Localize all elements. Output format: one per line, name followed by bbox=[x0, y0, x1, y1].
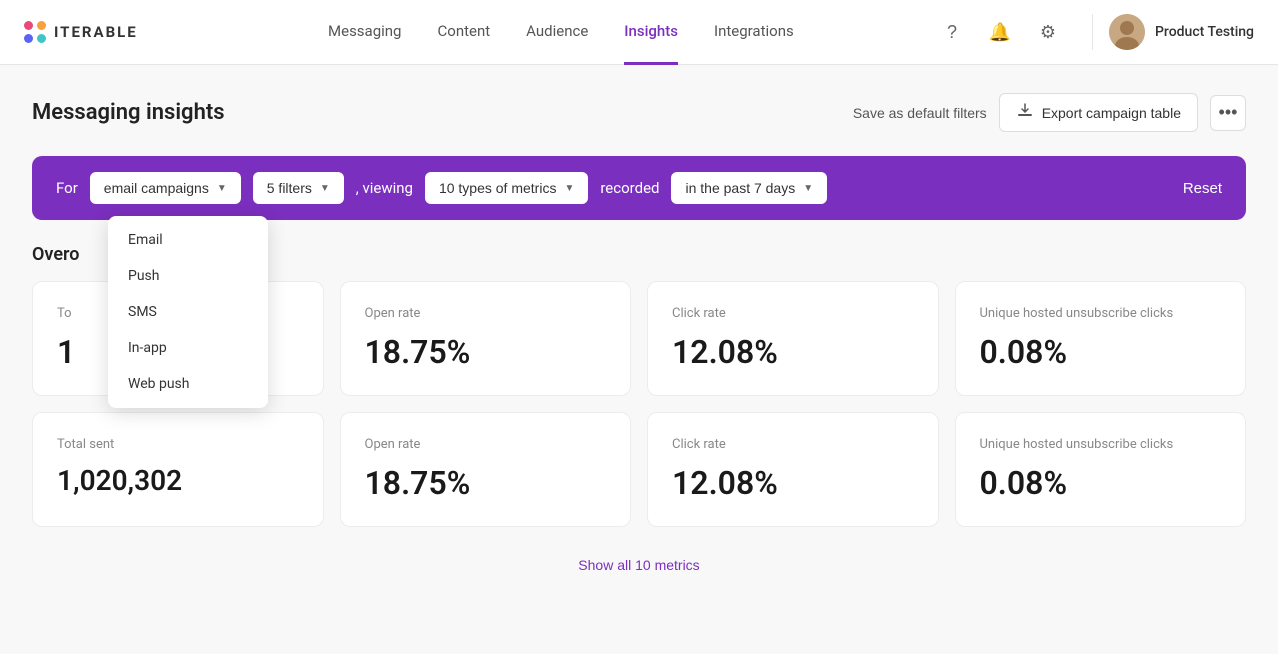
for-label: For bbox=[56, 179, 78, 197]
metric-value: 1,020,302 bbox=[57, 464, 299, 497]
metric-label: Click rate bbox=[672, 306, 914, 321]
nav-insights[interactable]: Insights bbox=[624, 0, 678, 65]
chevron-down-icon: ▼ bbox=[803, 183, 813, 194]
show-all-button[interactable]: Show all 10 metrics bbox=[578, 557, 699, 573]
nav-icons: ? 🔔 ⚙ Product Testing bbox=[936, 14, 1254, 50]
metric-label: Click rate bbox=[672, 437, 914, 452]
user-name: Product Testing bbox=[1155, 24, 1254, 40]
nav-integrations[interactable]: Integrations bbox=[714, 0, 794, 65]
gear-icon: ⚙ bbox=[1040, 22, 1056, 43]
metric-card-click-rate-2: Click rate 12.08% bbox=[647, 412, 939, 527]
filter-bar: For email campaigns ▼ 5 filters ▼ , view… bbox=[32, 156, 1246, 220]
metric-label: Open rate bbox=[365, 437, 607, 452]
filters-label: 5 filters bbox=[267, 180, 312, 196]
notifications-button[interactable]: 🔔 bbox=[984, 16, 1016, 48]
campaign-type-dropdown: Email Push SMS In-app Web push bbox=[108, 216, 268, 408]
metric-card-total-sent: Total sent 1,020,302 bbox=[32, 412, 324, 527]
settings-button[interactable]: ⚙ bbox=[1032, 16, 1064, 48]
metric-card-open-rate-2: Open rate 18.75% bbox=[340, 412, 632, 527]
chevron-down-icon: ▼ bbox=[320, 183, 330, 194]
metric-value: 18.75% bbox=[365, 333, 607, 371]
nav-content[interactable]: Content bbox=[438, 0, 491, 65]
metrics-label: 10 types of metrics bbox=[439, 180, 557, 196]
page-title: Messaging insights bbox=[32, 100, 225, 125]
logo-icon bbox=[24, 21, 46, 43]
dropdown-item-sms[interactable]: SMS bbox=[108, 294, 268, 330]
metric-card-click-rate-1: Click rate 12.08% bbox=[647, 281, 939, 396]
filters-filter[interactable]: 5 filters ▼ bbox=[253, 172, 344, 204]
metric-value: 12.08% bbox=[672, 333, 914, 371]
export-icon bbox=[1016, 102, 1034, 123]
metric-value: 12.08% bbox=[672, 464, 914, 502]
reset-button[interactable]: Reset bbox=[1183, 180, 1222, 197]
nav-links: Messaging Content Audience Insights Inte… bbox=[186, 0, 936, 65]
metric-label: Unique hosted unsubscribe clicks bbox=[980, 306, 1222, 321]
metric-label: Open rate bbox=[365, 306, 607, 321]
nav-messaging[interactable]: Messaging bbox=[328, 0, 401, 65]
export-button[interactable]: Export campaign table bbox=[999, 93, 1198, 132]
header-actions: Save as default filters Export campaign … bbox=[853, 93, 1246, 132]
metrics-filter[interactable]: 10 types of metrics ▼ bbox=[425, 172, 588, 204]
chevron-down-icon: ▼ bbox=[217, 183, 227, 194]
metric-value: 0.08% bbox=[980, 464, 1222, 502]
dropdown-item-web-push[interactable]: Web push bbox=[108, 366, 268, 402]
recorded-label: recorded bbox=[600, 179, 659, 197]
metric-value: 18.75% bbox=[365, 464, 607, 502]
metric-card-unsubscribe-1: Unique hosted unsubscribe clicks 0.08% bbox=[955, 281, 1247, 396]
avatar bbox=[1109, 14, 1145, 50]
logo-text: ITERABLE bbox=[54, 23, 138, 41]
user-area[interactable]: Product Testing bbox=[1092, 14, 1254, 50]
date-range-filter[interactable]: in the past 7 days ▼ bbox=[671, 172, 827, 204]
export-label: Export campaign table bbox=[1042, 105, 1181, 121]
chevron-down-icon: ▼ bbox=[564, 183, 574, 194]
bell-icon: 🔔 bbox=[989, 22, 1011, 43]
page-header: Messaging insights Save as default filte… bbox=[32, 93, 1246, 132]
dropdown-item-email[interactable]: Email bbox=[108, 222, 268, 258]
viewing-label: , viewing bbox=[356, 179, 413, 197]
save-default-button[interactable]: Save as default filters bbox=[853, 105, 987, 121]
logo-area[interactable]: ITERABLE bbox=[24, 21, 138, 43]
date-range-label: in the past 7 days bbox=[685, 180, 795, 196]
help-button[interactable]: ? bbox=[936, 16, 968, 48]
more-options-button[interactable]: ••• bbox=[1210, 95, 1246, 131]
page-content: Messaging insights Save as default filte… bbox=[0, 65, 1278, 598]
metric-label: Unique hosted unsubscribe clicks bbox=[980, 437, 1222, 452]
more-icon: ••• bbox=[1219, 102, 1238, 123]
navbar: ITERABLE Messaging Content Audience Insi… bbox=[0, 0, 1278, 65]
show-all-area: Show all 10 metrics bbox=[32, 543, 1246, 598]
dropdown-item-push[interactable]: Push bbox=[108, 258, 268, 294]
metric-label: Total sent bbox=[57, 437, 299, 452]
metric-card-unsubscribe-2: Unique hosted unsubscribe clicks 0.08% bbox=[955, 412, 1247, 527]
metric-card-open-rate-1: Open rate 18.75% bbox=[340, 281, 632, 396]
metric-value: 0.08% bbox=[980, 333, 1222, 371]
dropdown-item-in-app[interactable]: In-app bbox=[108, 330, 268, 366]
campaign-type-filter[interactable]: email campaigns ▼ bbox=[90, 172, 241, 204]
metrics-row-2: Total sent 1,020,302 Open rate 18.75% Cl… bbox=[32, 412, 1246, 527]
campaign-type-label: email campaigns bbox=[104, 180, 209, 196]
help-icon: ? bbox=[947, 22, 957, 43]
nav-audience[interactable]: Audience bbox=[526, 0, 588, 65]
